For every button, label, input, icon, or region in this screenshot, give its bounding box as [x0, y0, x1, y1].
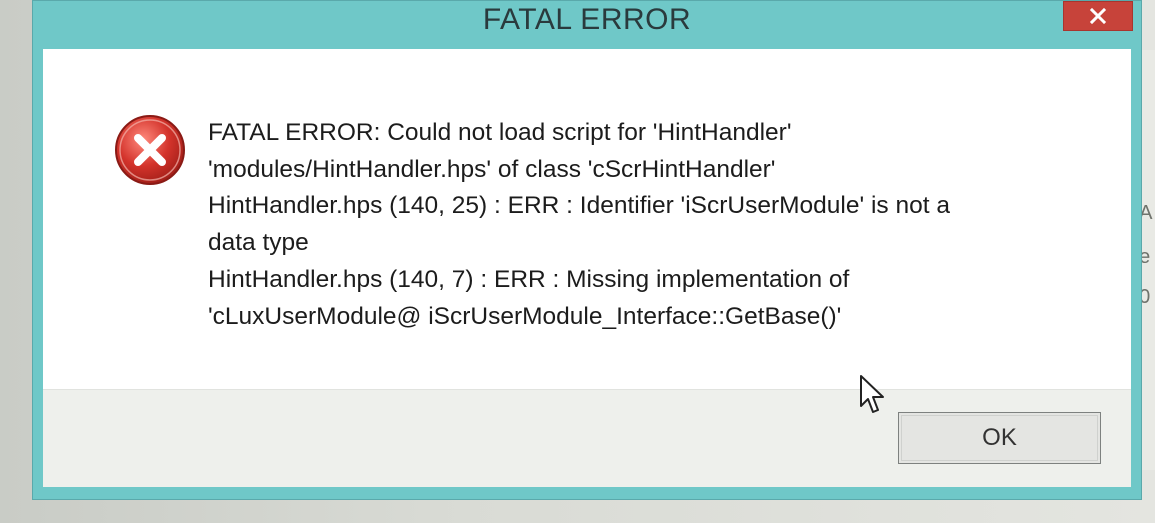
close-button[interactable] — [1063, 1, 1133, 31]
dialog-title-bar[interactable]: FATAL ERROR — [33, 1, 1141, 46]
error-message: FATAL ERROR: Could not load script for '… — [208, 115, 1068, 335]
dialog-title: FATAL ERROR — [482, 3, 692, 36]
error-dialog: FATAL ERROR FATAL ERROR: Could not load … — [32, 0, 1142, 500]
message-line: HintHandler.hps (140, 25) : ERR : Identi… — [208, 192, 950, 220]
dialog-body: FATAL ERROR: Could not load script for '… — [43, 49, 1131, 487]
message-line: HintHandler.hps (140, 7) : ERR : Missing… — [208, 265, 850, 293]
message-line: 'cLuxUserModule@ iScrUserModule_Interfac… — [208, 302, 842, 330]
message-line: data type — [208, 229, 309, 257]
dialog-footer: OK — [43, 389, 1131, 487]
message-line: 'modules/HintHandler.hps' of class 'cScr… — [208, 155, 776, 183]
message-area: FATAL ERROR: Could not load script for '… — [43, 49, 1131, 389]
error-icon — [115, 115, 185, 185]
message-line: FATAL ERROR: Could not load script for '… — [208, 119, 792, 146]
ok-button[interactable]: OK — [898, 412, 1101, 464]
close-icon — [1089, 7, 1107, 25]
mouse-cursor-icon — [860, 375, 884, 413]
